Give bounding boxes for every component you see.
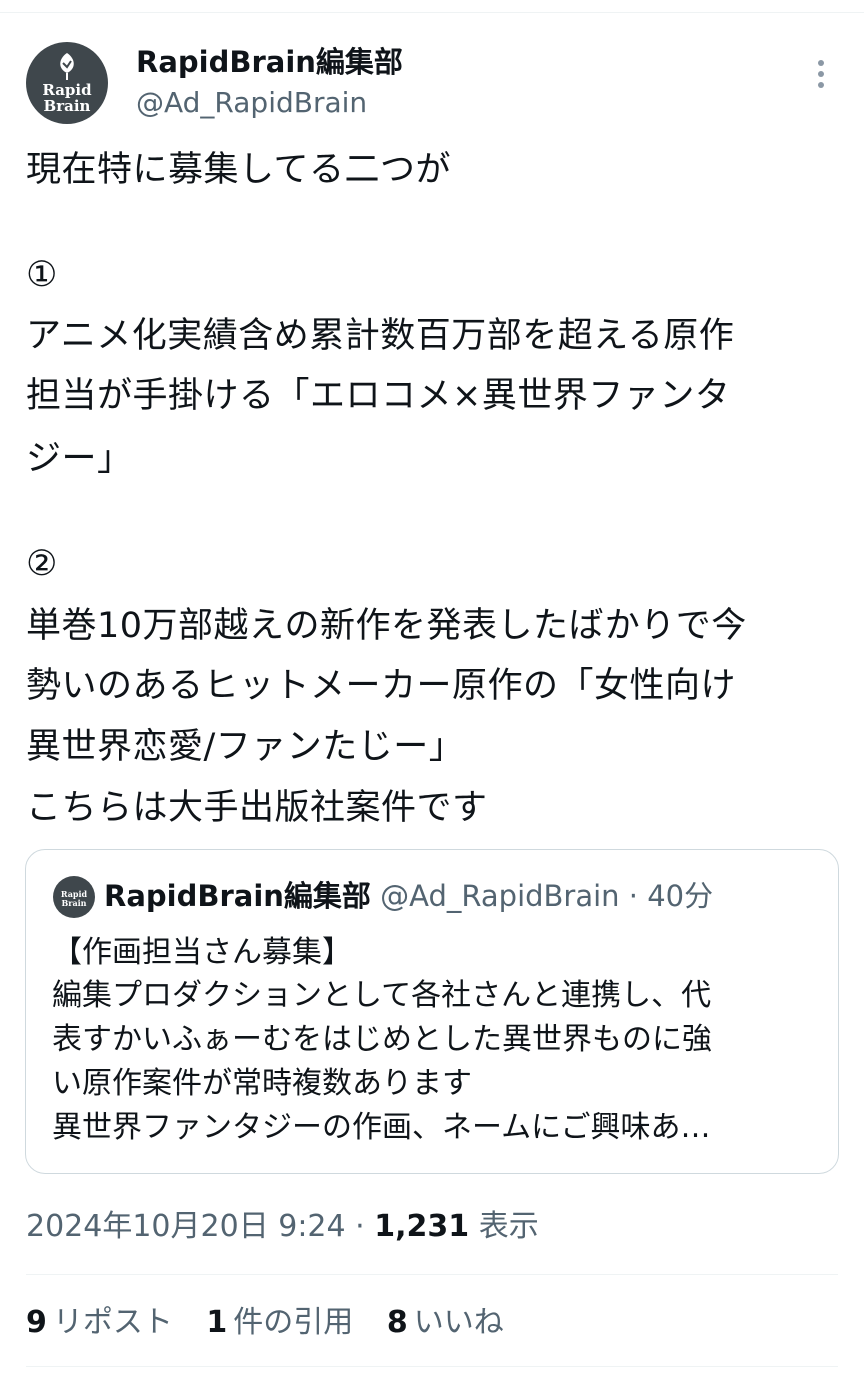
- quoted-text-line: 異世界ファンタジーの作画、ネームにご興味あ…: [52, 1110, 711, 1145]
- divider: [26, 1274, 838, 1275]
- quoted-tweet-header: RapidBrain編集部 @Ad_RapidBrain · 40分: [104, 878, 713, 914]
- more-vertical-icon[interactable]: [806, 54, 836, 94]
- tweet-meta: 2024年10月20日 9:24 · 1,231 表示: [26, 1208, 539, 1246]
- quoted-author-avatar: Rapid Brain: [53, 876, 95, 918]
- quoted-avatar-text-line-1: Rapid: [60, 889, 88, 899]
- meta-separator: ·: [355, 1209, 365, 1244]
- tweet-text-line: 単巻10万部越えの新作を発表したばかりで今: [26, 606, 747, 646]
- likes-stat[interactable]: 8 いいね: [387, 1303, 504, 1343]
- tweet-text-line: 現在特に募集してる二つが: [26, 150, 451, 190]
- top-divider: [0, 12, 864, 13]
- reposts-stat[interactable]: 9 リポスト: [26, 1303, 173, 1343]
- tweet-timestamp[interactable]: 2024年10月20日 9:24: [26, 1209, 346, 1244]
- tweet-text-line: 担当が手掛ける「エロコメ×異世界ファンタ: [26, 376, 731, 416]
- author-display-name[interactable]: RapidBrain編集部: [136, 44, 403, 80]
- tweet-text-line: アニメ化実績含め累計数百万部を超える原作: [26, 316, 735, 356]
- avatar-text-line-2: Brain: [43, 97, 91, 115]
- quoted-text-line: い原作案件が常時複数あります: [52, 1066, 472, 1101]
- quoted-tweet-card[interactable]: Rapid Brain RapidBrain編集部 @Ad_RapidBrain…: [25, 849, 839, 1174]
- quoted-handle: @Ad_RapidBrain: [380, 879, 620, 913]
- tweet-text-line: ②: [26, 544, 58, 584]
- tweet-text-line: 異世界恋愛/ファンたじー」: [26, 727, 465, 767]
- avatar-text-line-1: Rapid: [42, 81, 92, 99]
- quoted-text-line: 編集プロダクションとして各社さんと連携し、代: [52, 978, 712, 1013]
- quotes-label: 件の引用: [233, 1305, 354, 1340]
- tweet-text-line: ①: [26, 255, 58, 295]
- quoted-display-name: RapidBrain編集部: [104, 879, 371, 913]
- quoted-time: 40分: [647, 879, 714, 913]
- quoted-text-line: 表すかいふぁーむをはじめとした異世界ものに強: [52, 1022, 712, 1057]
- author-handle[interactable]: @Ad_RapidBrain: [136, 86, 367, 120]
- likes-label: いいね: [413, 1305, 504, 1340]
- reposts-count: 9: [26, 1305, 47, 1340]
- views-count: 1,231: [374, 1209, 470, 1244]
- quoted-text-line: 【作画担当さん募集】: [52, 935, 352, 970]
- quotes-count: 1: [206, 1305, 228, 1340]
- engagement-stats: 9 リポスト 1 件の引用 8 いいね: [26, 1303, 528, 1343]
- views-label: 表示: [478, 1209, 539, 1244]
- author-avatar[interactable]: Rapid Brain: [26, 42, 108, 124]
- quoted-separator: ·: [628, 879, 638, 913]
- tweet-text-line: ジー」: [26, 439, 133, 479]
- tweet-text-line: こちらは大手出版社案件です: [26, 788, 488, 828]
- tweet-text-line: 勢いのあるヒットメーカー原作の「女性向け: [26, 666, 737, 706]
- reposts-label: リポスト: [52, 1305, 173, 1340]
- quoted-avatar-text-line-2: Brain: [61, 898, 87, 908]
- divider: [26, 1366, 838, 1367]
- quotes-stat[interactable]: 1 件の引用: [206, 1303, 353, 1343]
- leaf-icon: [60, 53, 74, 80]
- likes-count: 8: [386, 1305, 408, 1340]
